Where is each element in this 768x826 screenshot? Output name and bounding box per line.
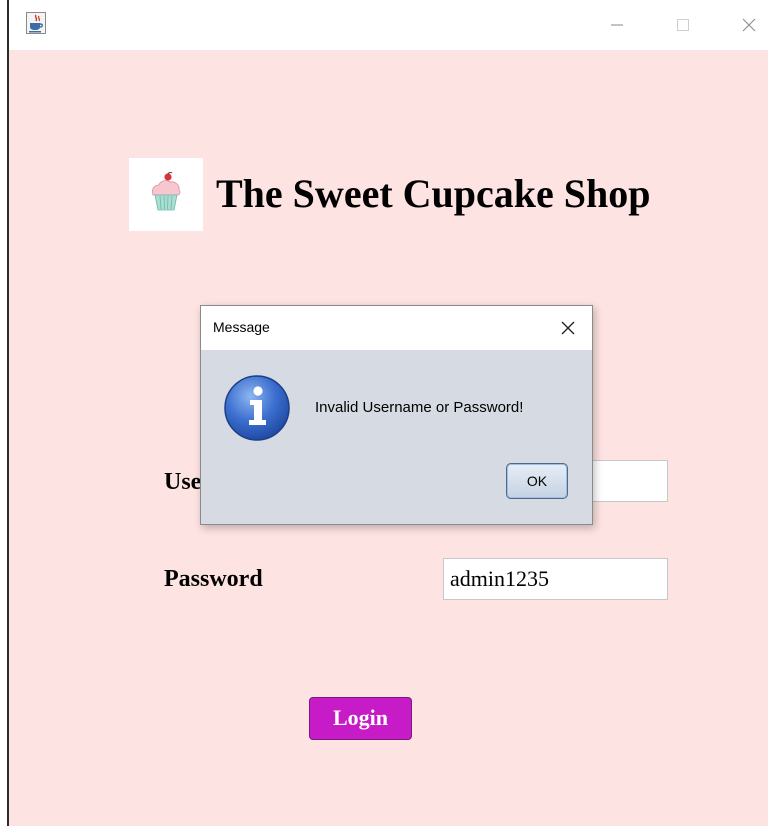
page-title: The Sweet Cupcake Shop (216, 171, 651, 216)
login-button[interactable]: Login (309, 697, 412, 740)
java-coffee-icon (26, 12, 46, 34)
dialog-titlebar: Message (201, 306, 592, 350)
logo (129, 158, 203, 231)
dialog-title: Message (213, 319, 270, 335)
info-icon (222, 373, 292, 443)
message-dialog: Message Invalid Username or Password! OK (200, 305, 593, 525)
minimize-icon[interactable] (602, 10, 632, 40)
ok-button[interactable]: OK (506, 463, 568, 499)
cupcake-icon (149, 171, 183, 217)
background-window-edge (0, 0, 9, 826)
password-label: Password (164, 566, 263, 592)
password-input[interactable]: admin1235 (443, 558, 668, 600)
dialog-message: Invalid Username or Password! (315, 399, 524, 416)
close-icon[interactable] (734, 10, 764, 40)
maximize-icon (668, 10, 698, 40)
window-titlebar (9, 0, 768, 50)
dialog-close-icon[interactable] (557, 317, 579, 339)
